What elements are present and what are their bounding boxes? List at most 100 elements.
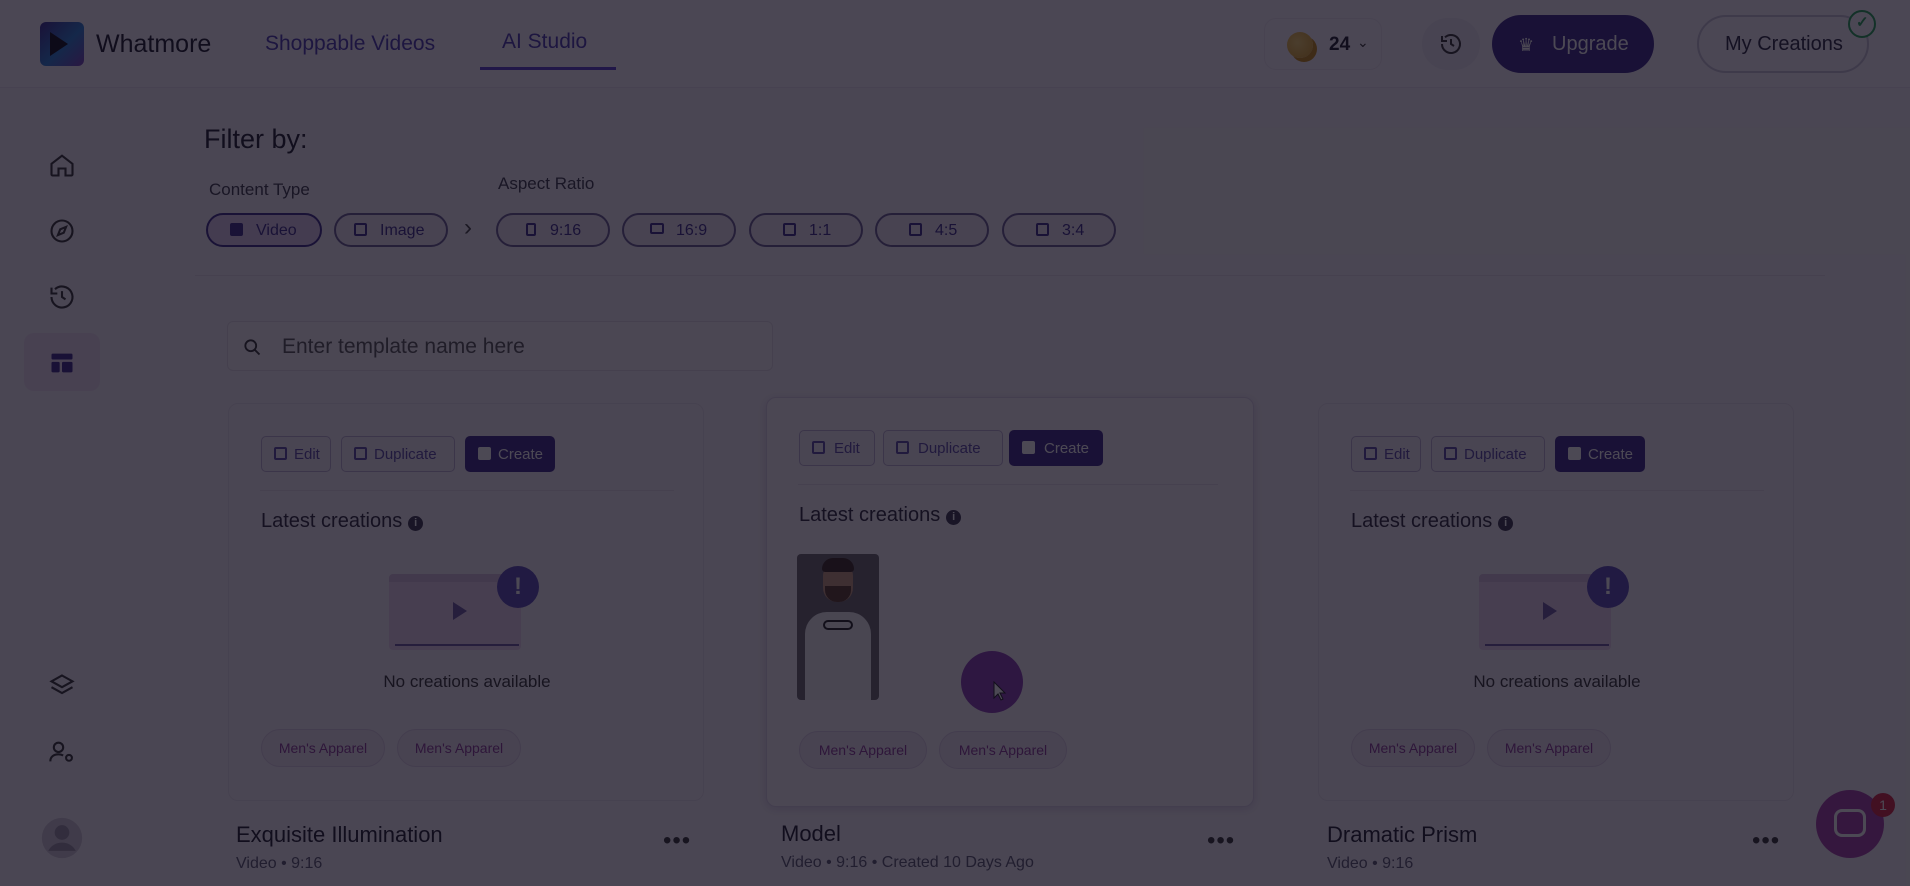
- template-name[interactable]: Exquisite Illumination: [236, 822, 443, 848]
- no-creations-text: No creations available: [1473, 672, 1641, 691]
- latest-creations-label: Latest creations: [261, 510, 403, 532]
- filter-ratio-9-16[interactable]: 9:16: [496, 213, 610, 247]
- ratio-label: 16:9: [676, 222, 708, 239]
- my-creations-button[interactable]: My Creations: [1697, 15, 1869, 73]
- user-settings-icon: [49, 741, 73, 762]
- edit-button[interactable]: Edit: [1351, 436, 1421, 472]
- sidebar-item-layers[interactable]: [24, 656, 100, 714]
- home-icon: [50, 154, 74, 177]
- category-tag: Men's Apparel: [261, 729, 385, 767]
- duplicate-button[interactable]: Duplicate: [341, 436, 455, 472]
- category-tag: Men's Apparel: [1351, 729, 1475, 767]
- content-type-label: Content Type: [209, 180, 310, 199]
- edit-button[interactable]: Edit: [799, 430, 875, 466]
- category-tag: Men's Apparel: [1487, 729, 1611, 767]
- duplicate-icon: [354, 447, 367, 460]
- duplicate-button[interactable]: Duplicate: [1431, 436, 1545, 472]
- template-card[interactable]: Edit Duplicate Create Latest creations i …: [766, 397, 1254, 807]
- divider: [195, 275, 1825, 276]
- brand-name[interactable]: Whatmore: [96, 30, 211, 59]
- duplicate-label: Duplicate: [1464, 446, 1527, 463]
- sidebar: [0, 89, 122, 886]
- ratio-icon: [650, 223, 664, 234]
- chevron-down-icon: ⌄: [1357, 34, 1369, 50]
- create-button[interactable]: Create: [1555, 436, 1645, 472]
- search-input[interactable]: [282, 334, 752, 360]
- template-search: [227, 321, 773, 371]
- latest-creations-label: Latest creations: [799, 504, 941, 526]
- divider: [260, 490, 674, 491]
- empty-state-illustration: !: [1479, 566, 1629, 656]
- upgrade-label: Upgrade: [1552, 33, 1629, 55]
- create-icon: [478, 447, 491, 460]
- sidebar-item-profile[interactable]: [24, 809, 100, 867]
- check-circle-icon: [1848, 10, 1876, 38]
- video-icon: [230, 223, 243, 236]
- more-options-icon[interactable]: •••: [663, 827, 691, 855]
- sidebar-item-home[interactable]: [24, 135, 100, 193]
- latest-creations-heading: Latest creations i: [261, 510, 424, 533]
- info-icon[interactable]: i: [946, 510, 962, 525]
- template-name[interactable]: Model: [781, 821, 841, 847]
- edit-button[interactable]: Edit: [261, 436, 331, 472]
- category-tag: Men's Apparel: [397, 729, 521, 767]
- create-label: Create: [1588, 446, 1634, 463]
- cursor-highlight: [961, 651, 1023, 713]
- latest-creations-heading: Latest creations i: [1351, 510, 1514, 533]
- divider: [1350, 490, 1764, 491]
- ratio-icon: [1036, 223, 1049, 236]
- template-meta: Video • 9:16: [1327, 855, 1414, 872]
- ratio-icon: [783, 223, 796, 236]
- create-button[interactable]: Create: [465, 436, 555, 472]
- tab-shoppable-videos[interactable]: Shoppable Videos: [265, 32, 435, 56]
- sidebar-item-templates[interactable]: [24, 333, 100, 391]
- info-icon[interactable]: i: [408, 516, 424, 531]
- history-button[interactable]: [1422, 18, 1480, 70]
- cursor-icon: [993, 681, 1007, 701]
- template-card[interactable]: Edit Duplicate Create Latest creations i …: [1318, 403, 1794, 801]
- template-meta: Video • 9:16: [236, 855, 323, 872]
- template-card[interactable]: Edit Duplicate Create Latest creations i …: [228, 403, 704, 801]
- history-icon: [50, 285, 74, 309]
- tab-ai-studio[interactable]: AI Studio: [502, 30, 587, 54]
- whatmore-logo[interactable]: [40, 22, 84, 66]
- my-creations-label: My Creations: [1725, 33, 1843, 55]
- more-options-icon[interactable]: •••: [1752, 827, 1780, 855]
- credits-dropdown[interactable]: 24 ⌄: [1264, 18, 1382, 70]
- template-meta: Video • 9:16 • Created 10 Days Ago: [781, 854, 1034, 871]
- no-creations-text: No creations available: [383, 672, 551, 691]
- edit-icon: [1364, 447, 1377, 460]
- duplicate-icon: [1444, 447, 1457, 460]
- filter-ratio-3-4[interactable]: 3:4: [1002, 213, 1116, 247]
- aspect-ratio-label: Aspect Ratio: [498, 174, 595, 193]
- template-name[interactable]: Dramatic Prism: [1327, 822, 1477, 848]
- image-icon: [354, 223, 367, 236]
- latest-creations-heading: Latest creations i: [799, 504, 962, 527]
- edit-icon: [274, 447, 287, 460]
- filter-ratio-1-1[interactable]: 1:1: [749, 213, 863, 247]
- upgrade-button[interactable]: ♛ Upgrade: [1492, 15, 1654, 73]
- filter-title: Filter by:: [204, 124, 308, 154]
- ratio-label: 3:4: [1062, 222, 1085, 239]
- filter-ratio-4-5[interactable]: 4:5: [875, 213, 989, 247]
- ratio-label: 9:16: [550, 222, 582, 239]
- duplicate-button[interactable]: Duplicate: [883, 430, 1003, 466]
- sidebar-item-explore[interactable]: [24, 201, 100, 259]
- active-tab-indicator: [480, 67, 616, 70]
- profile-icon: [41, 817, 83, 859]
- sidebar-item-user-settings[interactable]: [24, 722, 100, 780]
- filter-ratio-16-9[interactable]: 16:9: [622, 213, 736, 247]
- edit-icon: [812, 441, 825, 454]
- create-button[interactable]: Create: [1009, 430, 1103, 466]
- sidebar-item-history[interactable]: [24, 267, 100, 325]
- filter-image[interactable]: Image: [334, 213, 448, 247]
- coins-icon: [1287, 32, 1313, 58]
- filter-video[interactable]: Video: [206, 213, 322, 247]
- compass-icon: [50, 219, 74, 243]
- creation-thumbnail[interactable]: [797, 554, 879, 700]
- info-icon[interactable]: i: [1498, 516, 1514, 531]
- more-options-icon[interactable]: •••: [1207, 827, 1235, 855]
- create-icon: [1568, 447, 1581, 460]
- filter-image-label: Image: [380, 222, 425, 239]
- search-icon: [244, 339, 261, 356]
